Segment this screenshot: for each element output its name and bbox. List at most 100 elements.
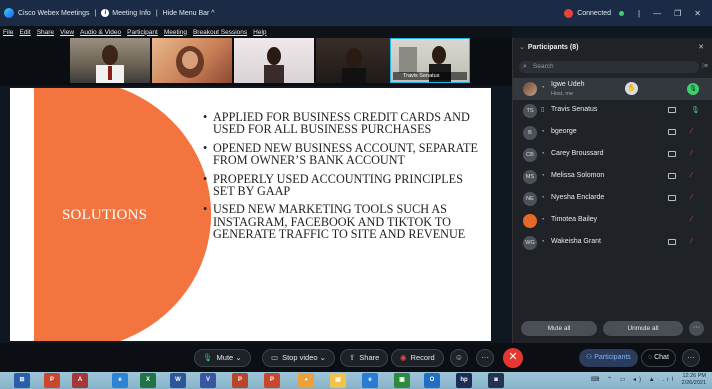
internet-explorer-icon[interactable]: e [112, 373, 128, 388]
active-speaker-thumbnail[interactable]: Travis Senatus [390, 38, 470, 83]
menu-participant[interactable]: Participant [127, 29, 158, 36]
camera-icon[interactable] [668, 151, 676, 157]
participant-row[interactable]: TS ▯ Travis Senatus 🎙 [513, 100, 712, 122]
participant-row[interactable]: WG ◔ Wakeisha Grant ⁄ [513, 232, 712, 254]
powerpoint-icon[interactable]: P [232, 373, 248, 388]
avatar: WG [523, 236, 537, 250]
participant-row[interactable]: ◔ Timotea Bailey ⁄ [513, 210, 712, 232]
participant-name: Nyesha Enclarde [551, 194, 605, 201]
search-icon: ⌕ [523, 63, 527, 70]
microphone-muted-icon[interactable]: ⁄ [691, 172, 692, 179]
participant-row[interactable]: NE ◔ Nyesha Enclarde ⁄ [513, 188, 712, 210]
microphone-muted-icon[interactable]: ⁄ [691, 150, 692, 157]
visio-icon[interactable]: V [200, 373, 216, 388]
powerpoint-icon[interactable]: P [44, 373, 60, 388]
record-label: Record [410, 353, 435, 362]
slide-bullet: OPENED NEW BUSINESS ACCOUNT, SEPARATE FR… [203, 142, 478, 167]
raise-hand-icon[interactable]: ✋ [625, 82, 638, 95]
more-panels-button[interactable]: ··· [682, 349, 700, 367]
search-placeholder: Search [533, 63, 554, 70]
slide-title: SOLUTIONS [62, 207, 148, 223]
chevron-down-icon[interactable]: ⌄ [235, 353, 241, 362]
menu-help[interactable]: Help [253, 29, 266, 36]
sort-list-icon[interactable]: ⁝≡ [702, 62, 708, 70]
connection-status: Connected [577, 9, 612, 17]
chat-toggle-button[interactable]: ◌ Chat [641, 349, 676, 367]
chevron-down-icon[interactable]: ⌄ [320, 353, 326, 362]
video-thumbnail[interactable] [316, 38, 396, 83]
minimize-button[interactable]: — [653, 9, 661, 18]
avatar [523, 82, 537, 96]
more-options-button[interactable]: ··· [476, 349, 494, 367]
maximize-button[interactable]: ❐ [674, 9, 681, 18]
menu-audio-video[interactable]: Audio & Video [80, 29, 121, 36]
powerpoint-icon[interactable]: P [264, 373, 280, 388]
windows-start-icon[interactable]: ⊞ [14, 373, 30, 388]
camera-icon[interactable] [668, 129, 676, 135]
camera-icon[interactable] [668, 107, 676, 113]
chrome-icon[interactable]: ◕ [298, 373, 314, 388]
participant-row[interactable]: CB ◔ Carey Broussard ⁄ [513, 144, 712, 166]
participant-row[interactable]: ◔ Igwe Udeh Host, me ✋ 🎙 [513, 78, 712, 100]
close-panel-button[interactable]: ✕ [698, 43, 704, 51]
person-icon: ⚇ [586, 354, 595, 361]
menu-view[interactable]: View [60, 29, 74, 36]
hp-icon[interactable]: hp [456, 373, 472, 388]
excel-icon[interactable]: X [140, 373, 156, 388]
store-icon[interactable]: ▣ [394, 373, 410, 388]
unmute-all-button[interactable]: Unmute all [603, 321, 683, 336]
participant-search-input[interactable]: ⌕ Search [519, 61, 699, 73]
microphone-muted-icon[interactable]: ⁄ [691, 238, 692, 245]
video-thumbnail[interactable] [234, 38, 314, 83]
participants-header[interactable]: ⌄ Participants (8) [519, 43, 578, 51]
participant-video-image [96, 45, 124, 83]
mute-all-button[interactable]: Mute all [521, 321, 597, 336]
audio-indicator-icon: ◔ [541, 129, 545, 135]
microphone-muted-icon[interactable]: ⁄ [691, 194, 692, 201]
microphone-muted-icon[interactable]: ⁄ [691, 128, 692, 135]
menu-breakout-sessions[interactable]: Breakout Sessions [193, 29, 247, 36]
camera-icon[interactable] [668, 239, 676, 245]
edge-icon[interactable]: e [362, 373, 378, 388]
menu-meeting[interactable]: Meeting [164, 29, 187, 36]
webex-taskbar-icon[interactable]: ◙ [488, 373, 504, 388]
camera-icon[interactable] [668, 173, 676, 179]
participants-toggle-button[interactable]: ⚇ Participants [579, 349, 638, 367]
word-icon[interactable]: W [170, 373, 186, 388]
camera-icon[interactable] [668, 195, 676, 201]
chevron-down-icon[interactable]: ⌄ [519, 44, 525, 51]
mute-button[interactable]: 🎙 Mute ⌄ [194, 349, 251, 367]
video-thumbnail[interactable] [70, 38, 150, 83]
slide-bullet-list: APPLIED FOR BUSINESS CREDIT CARDS AND US… [203, 111, 478, 247]
system-tray-icons[interactable]: ⌨ ⌃ ▭ ◂) ▲ .ıl [591, 376, 676, 383]
info-icon[interactable]: i [101, 9, 110, 17]
clock-time: 12:26 PM [682, 373, 706, 379]
clock[interactable]: 12:26 PM 2/26/2021 [682, 373, 706, 388]
record-button[interactable]: ◉ Record [391, 349, 444, 367]
close-window-button[interactable]: ✕ [694, 9, 701, 18]
avatar: CB [523, 148, 537, 162]
stop-video-button[interactable]: ▭ Stop video ⌄ [262, 349, 335, 367]
file-explorer-icon[interactable]: ▤ [330, 373, 346, 388]
reactions-icon[interactable]: ☺ [450, 349, 468, 367]
meeting-info-link[interactable]: Meeting Info [112, 10, 151, 17]
hide-menu-bar-link[interactable]: Hide Menu Bar ^ [163, 10, 215, 17]
connection-dot-icon [619, 10, 625, 16]
outlook-icon[interactable]: O [424, 373, 440, 388]
video-thumbnail[interactable] [152, 38, 232, 83]
app-name: Cisco Webex Meetings [18, 9, 90, 17]
share-button[interactable]: ⇪ Share [340, 349, 389, 367]
microphone-muted-icon[interactable]: ⁄ [691, 216, 692, 223]
microphone-on-icon[interactable]: 🎙 [687, 83, 699, 95]
menu-share[interactable]: Share [37, 29, 54, 36]
microphone-on-icon[interactable]: 🎙 [691, 106, 700, 114]
menu-file[interactable]: File [3, 29, 13, 36]
end-meeting-button[interactable]: ✕ [503, 348, 523, 368]
record-icon: ◉ [400, 353, 407, 362]
participant-row[interactable]: B ◔ bgeorge ⁄ [513, 122, 712, 144]
access-icon[interactable]: A [72, 373, 88, 388]
participant-row[interactable]: MS ◔ Melissa Solomon ⁄ [513, 166, 712, 188]
panel-more-button[interactable]: ··· [689, 321, 704, 336]
menu-edit[interactable]: Edit [19, 29, 30, 36]
participants-panel: ⌄ Participants (8) ✕ ⌕ Search ⁝≡ ◔ Igwe U… [512, 38, 712, 343]
